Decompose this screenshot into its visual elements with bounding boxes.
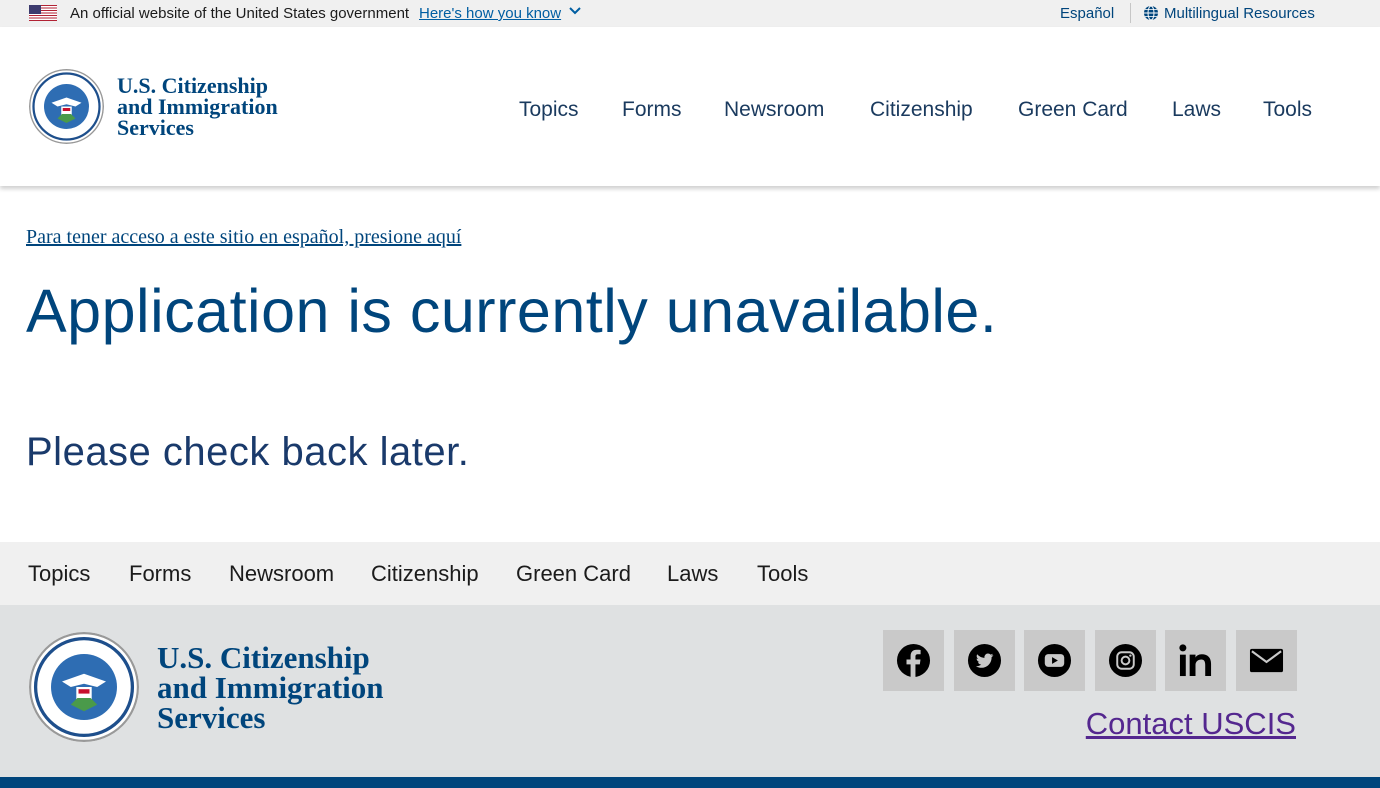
dhs-seal-logo[interactable] xyxy=(29,69,104,144)
footer-nav: Topics Forms Newsroom Citizenship Green … xyxy=(0,542,1380,605)
footer-main: U.S. Citizenship and Immigration Service… xyxy=(0,605,1380,777)
multilingual-resources-link[interactable]: Multilingual Resources xyxy=(1164,5,1315,22)
nav-green-card[interactable]: Green Card xyxy=(1018,98,1128,122)
banner-divider xyxy=(1130,3,1131,23)
footer-nav-tools[interactable]: Tools xyxy=(757,561,808,587)
official-site-text: An official website of the United States… xyxy=(70,5,410,22)
youtube-icon xyxy=(1037,643,1072,678)
nav-forms[interactable]: Forms xyxy=(622,98,682,122)
nav-tools[interactable]: Tools xyxy=(1263,98,1312,122)
linkedin-icon xyxy=(1179,644,1212,677)
espanol-link[interactable]: Español xyxy=(1060,5,1114,22)
youtube-link[interactable] xyxy=(1024,630,1085,691)
nav-citizenship[interactable]: Citizenship xyxy=(870,98,973,122)
how-you-know-link[interactable]: Here's how you know xyxy=(419,5,561,22)
page-subtitle: Please check back later. xyxy=(26,430,470,474)
nav-laws[interactable]: Laws xyxy=(1172,98,1221,122)
facebook-link[interactable] xyxy=(883,630,944,691)
instagram-link[interactable] xyxy=(1095,630,1156,691)
gov-banner: An official website of the United States… xyxy=(0,0,1380,27)
twitter-link[interactable] xyxy=(954,630,1015,691)
spanish-site-link[interactable]: Para tener acceso a este sitio en españo… xyxy=(26,226,461,249)
us-flag-icon xyxy=(29,5,57,21)
facebook-icon xyxy=(896,643,931,678)
site-header: U.S. Citizenship and Immigration Service… xyxy=(0,27,1380,186)
linkedin-link[interactable] xyxy=(1165,630,1226,691)
contact-uscis-link[interactable]: Contact USCIS xyxy=(1086,706,1296,742)
dhs-seal-logo[interactable] xyxy=(29,632,139,742)
email-link[interactable] xyxy=(1236,630,1297,691)
footer-nav-citizenship[interactable]: Citizenship xyxy=(371,561,479,587)
footer-nav-laws[interactable]: Laws xyxy=(667,561,718,587)
footer-uscis-logo-text[interactable]: U.S. Citizenship and Immigration Service… xyxy=(157,642,437,732)
twitter-icon xyxy=(967,643,1002,678)
bottom-bar xyxy=(0,777,1380,788)
email-icon xyxy=(1249,648,1284,673)
page-title: Application is currently unavailable. xyxy=(26,277,998,345)
footer-nav-green-card[interactable]: Green Card xyxy=(516,561,631,587)
footer-nav-topics[interactable]: Topics xyxy=(28,561,90,587)
uscis-logo-text[interactable]: U.S. Citizenship and Immigration Service… xyxy=(117,74,317,138)
instagram-icon xyxy=(1108,643,1143,678)
nav-topics[interactable]: Topics xyxy=(519,98,579,122)
nav-newsroom[interactable]: Newsroom xyxy=(724,98,824,122)
footer-nav-newsroom[interactable]: Newsroom xyxy=(229,561,334,587)
footer-nav-forms[interactable]: Forms xyxy=(129,561,191,587)
globe-icon xyxy=(1144,5,1158,21)
chevron-down-icon[interactable] xyxy=(568,4,582,18)
